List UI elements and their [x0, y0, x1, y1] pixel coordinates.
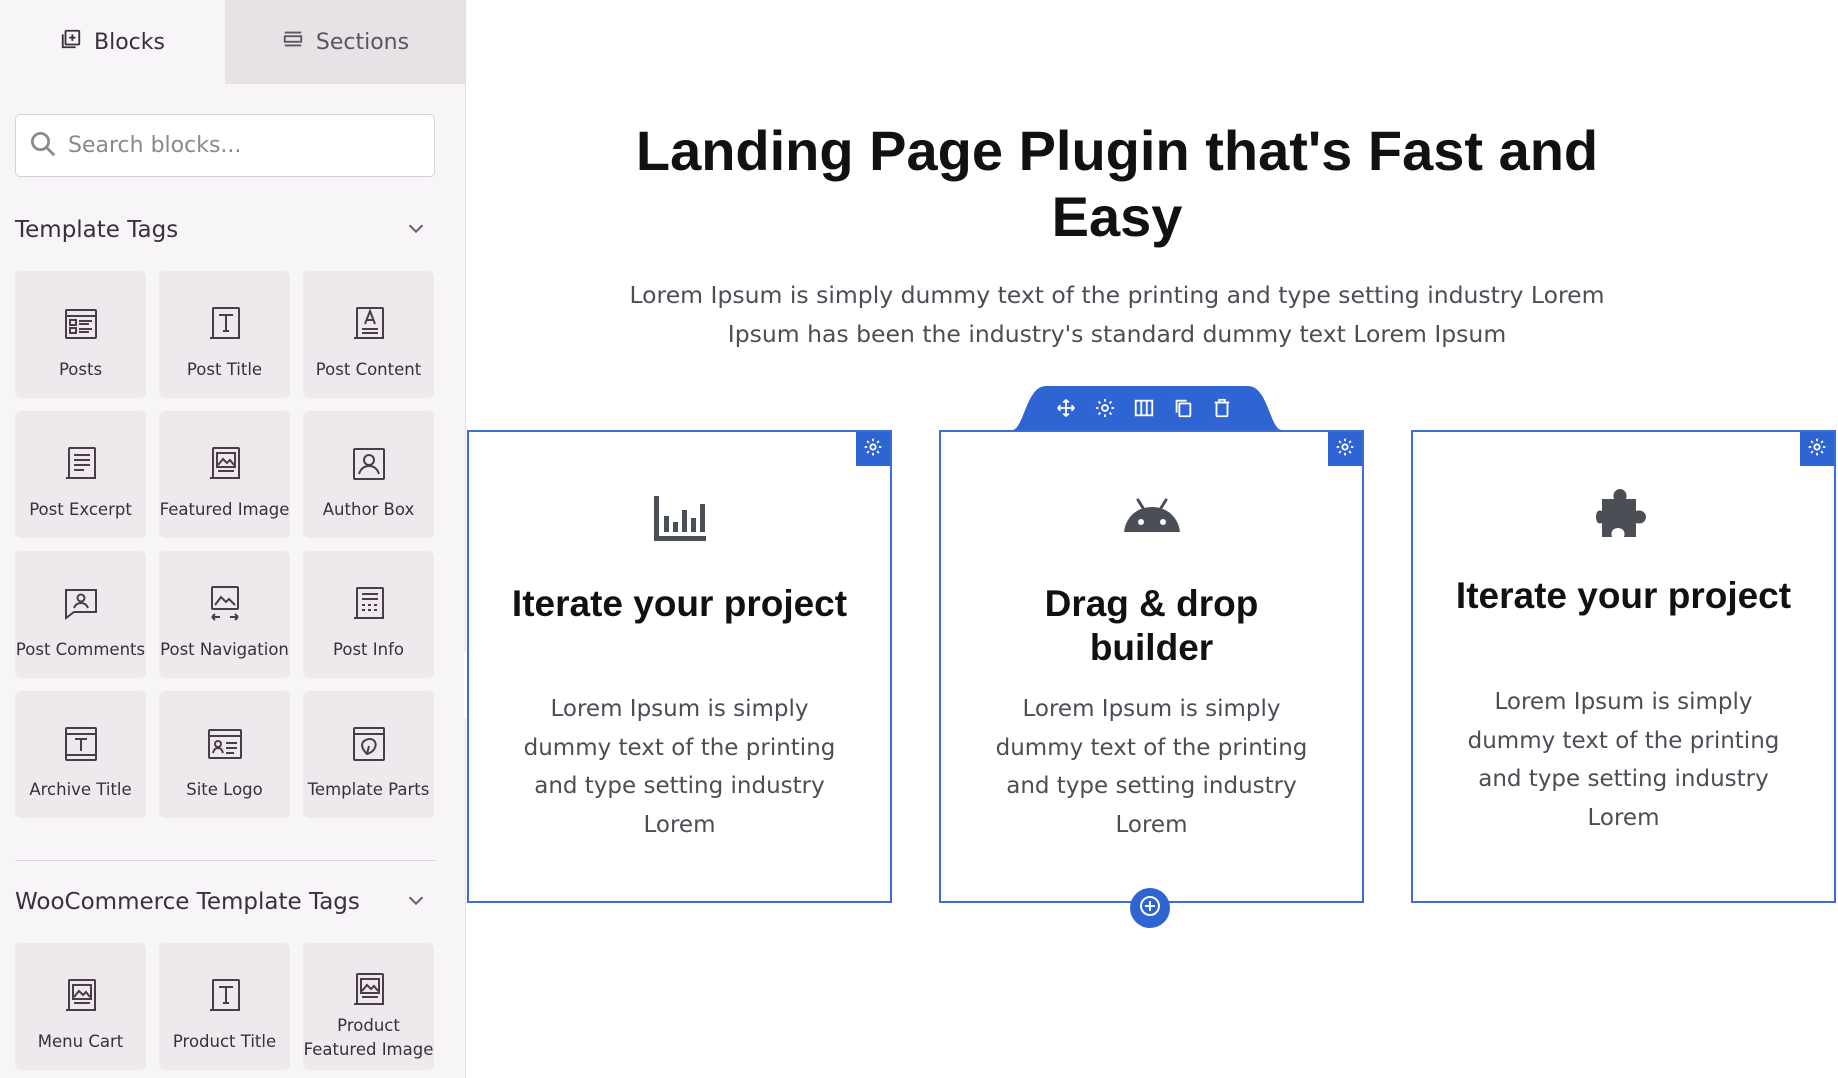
toolbar-actions	[1054, 396, 1234, 420]
tab-sections-label: Sections	[315, 29, 410, 55]
card-text[interactable]: Lorem Ipsum is simply dummy text of the …	[1453, 683, 1794, 837]
android-icon	[941, 492, 1362, 544]
block-tile-label: Post Title	[186, 360, 263, 379]
settings-icon[interactable]	[1093, 396, 1117, 420]
block-tile-featured-image[interactable]: Featured Image	[159, 411, 290, 538]
search-icon	[28, 129, 58, 163]
block-tile-template-parts[interactable]: Template Parts	[303, 691, 434, 818]
block-tile-label: Site Logo	[186, 780, 263, 799]
delete-icon[interactable]	[1210, 396, 1234, 420]
woocommerce-tags-grid: Menu Cart Product Title Product Featured…	[15, 943, 435, 1070]
blocks-sidebar: Blocks Sections Template Tags Posts	[0, 0, 466, 1078]
post-info-icon	[349, 584, 389, 624]
template-tags-grid: Posts Post Title Post Content Post Excer…	[15, 271, 435, 818]
card-text[interactable]: Lorem Ipsum is simply dummy text of the …	[981, 690, 1322, 844]
block-tile-post-navigation[interactable]: Post Navigation	[159, 551, 290, 678]
posts-icon	[61, 304, 101, 344]
plus-circle-icon	[1138, 894, 1162, 922]
feature-card[interactable]: Iterate your project Lorem Ipsum is simp…	[467, 430, 892, 903]
add-block-button[interactable]	[1130, 888, 1170, 928]
post-content-icon	[349, 304, 389, 344]
chevron-down-icon	[405, 217, 435, 243]
chevron-down-icon	[405, 889, 435, 915]
puzzle-icon	[1413, 487, 1834, 539]
block-tile-label: Post Comments	[15, 640, 146, 659]
category-header-template-tags[interactable]: Template Tags	[15, 210, 435, 250]
block-tile-label: Post Navigation	[160, 640, 289, 659]
post-comments-icon	[61, 584, 101, 624]
card-title[interactable]: Iterate your project	[1453, 574, 1794, 618]
bar-chart-icon	[469, 492, 890, 544]
block-tile-archive-title[interactable]: Archive Title	[15, 691, 146, 818]
post-navigation-icon	[205, 584, 245, 624]
block-tile-post-title[interactable]: Post Title	[159, 271, 290, 398]
move-icon[interactable]	[1054, 396, 1078, 420]
block-tile-label: Product Featured Image	[303, 1016, 434, 1059]
block-tile-menu-cart[interactable]: Menu Cart	[15, 943, 146, 1070]
block-tile-label: Product Title	[172, 1032, 277, 1051]
archive-title-icon	[61, 724, 101, 764]
site-logo-icon	[205, 724, 245, 764]
tab-sections[interactable]: Sections	[225, 0, 465, 84]
block-tile-posts[interactable]: Posts	[15, 271, 146, 398]
card-title[interactable]: Iterate your project	[509, 582, 850, 626]
template-parts-icon	[349, 724, 389, 764]
block-tile-label: Post Content	[315, 360, 422, 379]
block-tile-product-title[interactable]: Product Title	[159, 943, 290, 1070]
menu-cart-icon	[61, 976, 101, 1016]
card-settings-button[interactable]	[1328, 432, 1362, 466]
author-box-icon	[349, 444, 389, 484]
page-canvas: Landing Page Plugin that's Fast and Easy…	[467, 0, 1838, 1078]
card-text[interactable]: Lorem Ipsum is simply dummy text of the …	[509, 690, 850, 844]
plus-square-icon	[60, 28, 82, 56]
gear-icon	[1807, 437, 1827, 461]
block-tile-label: Author Box	[322, 500, 415, 519]
sidebar-tabs: Blocks Sections	[0, 0, 465, 84]
block-tile-label: Featured Image	[159, 500, 290, 519]
tab-blocks-label: Blocks	[94, 29, 165, 55]
search-box	[15, 114, 435, 177]
featured-image-icon	[205, 444, 245, 484]
block-tile-label: Post Excerpt	[29, 500, 132, 519]
card-settings-button[interactable]	[856, 432, 890, 466]
block-tile-post-excerpt[interactable]: Post Excerpt	[15, 411, 146, 538]
category-divider	[15, 860, 435, 861]
block-tile-label: Post Info	[333, 640, 404, 659]
search-input[interactable]	[68, 133, 428, 158]
category-header-woocommerce-template-tags[interactable]: WooCommerce Template Tags	[15, 882, 435, 922]
product-title-icon	[205, 976, 245, 1016]
block-tile-label: Archive Title	[29, 780, 132, 799]
post-title-icon	[205, 304, 245, 344]
gear-icon	[1335, 437, 1355, 461]
tab-blocks[interactable]: Blocks	[0, 0, 225, 84]
hero-heading[interactable]: Landing Page Plugin that's Fast and Easy	[617, 118, 1617, 250]
block-tile-site-logo[interactable]: Site Logo	[159, 691, 290, 818]
block-tile-post-comments[interactable]: Post Comments	[15, 551, 146, 678]
block-tile-product-featured-image[interactable]: Product Featured Image	[303, 943, 434, 1070]
block-tile-post-info[interactable]: Post Info	[303, 551, 434, 678]
card-title[interactable]: Drag & drop builder	[981, 582, 1322, 670]
block-tile-post-content[interactable]: Post Content	[303, 271, 434, 398]
row-toolbar	[1012, 386, 1282, 430]
card-settings-button[interactable]	[1800, 432, 1834, 466]
feature-card[interactable]: Iterate your project Lorem Ipsum is simp…	[1411, 430, 1836, 903]
columns-icon[interactable]	[1132, 396, 1156, 420]
block-tile-author-box[interactable]: Author Box	[303, 411, 434, 538]
hero-subheading[interactable]: Lorem Ipsum is simply dummy text of the …	[607, 276, 1627, 354]
post-excerpt-icon	[61, 444, 101, 484]
category-title: Template Tags	[15, 217, 179, 243]
feature-card[interactable]: Drag & drop builder Lorem Ipsum is simpl…	[939, 430, 1364, 903]
product-featured-image-icon	[349, 970, 389, 1010]
sections-icon	[282, 28, 304, 56]
block-tile-label: Template Parts	[307, 780, 430, 799]
category-title: WooCommerce Template Tags	[15, 889, 360, 915]
block-tile-label: Menu Cart	[37, 1032, 124, 1051]
duplicate-icon[interactable]	[1171, 396, 1195, 420]
block-tile-label: Posts	[58, 360, 103, 379]
gear-icon	[863, 437, 883, 461]
